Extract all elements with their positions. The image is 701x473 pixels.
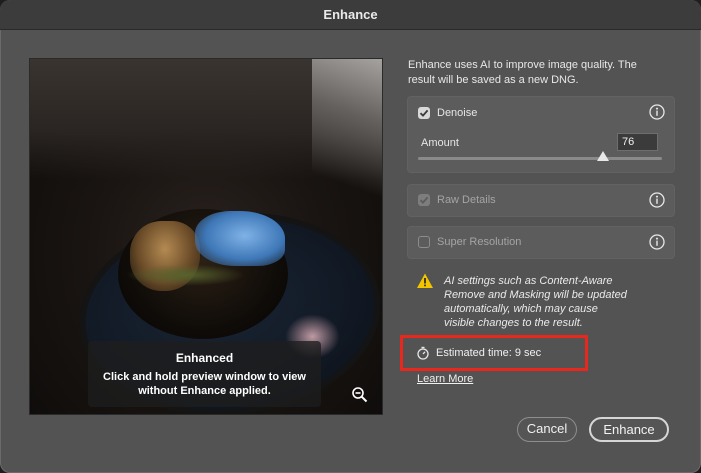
- amount-input[interactable]: 76: [617, 133, 658, 151]
- preview-reflection-sky: [195, 211, 285, 266]
- stopwatch-icon: [417, 346, 429, 360]
- dialog-title: Enhance: [0, 0, 701, 30]
- zoom-out-icon[interactable]: [351, 386, 369, 404]
- preview-fur-right: [312, 59, 382, 219]
- amount-slider-track[interactable]: [418, 157, 662, 160]
- estimated-time: Estimated time: 9 sec: [436, 347, 542, 359]
- denoise-label: Denoise: [437, 107, 478, 119]
- intro-text: Enhance uses AI to improve image quality…: [408, 58, 678, 88]
- warning-line-2: Remove and Masking will be updated: [444, 289, 627, 301]
- raw-details-label: Raw Details: [437, 194, 496, 206]
- denoise-group: Denoise Amount 76: [407, 96, 675, 173]
- overlay-description: Click and hold preview window to view wi…: [88, 370, 321, 398]
- warning-line-4: visible changes to the result.: [444, 317, 583, 329]
- overlay-line-2: without Enhance applied.: [138, 385, 271, 397]
- preview-overlay: Enhanced Click and hold preview window t…: [88, 341, 321, 407]
- learn-more-link[interactable]: Learn More: [417, 373, 473, 385]
- preview-window[interactable]: Enhanced Click and hold preview window t…: [29, 58, 383, 415]
- amount-slider-thumb[interactable]: [597, 151, 610, 161]
- preview-reflection-green: [125, 264, 245, 286]
- super-resolution-checkbox[interactable]: [418, 236, 430, 248]
- warning-line-1: AI settings such as Content-Aware: [444, 275, 613, 287]
- super-resolution-group: Super Resolution: [407, 226, 675, 259]
- enhance-button[interactable]: Enhance: [589, 417, 669, 442]
- overlay-line-1: Click and hold preview window to view: [103, 371, 306, 383]
- warning-icon: [417, 273, 433, 288]
- denoise-checkbox[interactable]: [418, 107, 430, 119]
- checkmark-icon: [419, 196, 429, 204]
- info-icon[interactable]: [649, 192, 665, 208]
- super-resolution-label: Super Resolution: [437, 236, 522, 248]
- cancel-button[interactable]: Cancel: [517, 417, 577, 442]
- intro-line-1: Enhance uses AI to improve image quality…: [408, 59, 637, 71]
- warning-text: AI settings such as Content-Aware Remove…: [444, 274, 659, 330]
- info-icon[interactable]: [649, 234, 665, 250]
- checkmark-icon: [419, 109, 429, 117]
- enhance-dialog: Enhance Enhanced Click and hold preview …: [0, 0, 701, 473]
- amount-label: Amount: [421, 137, 459, 149]
- warning-line-3: automatically, which may cause: [444, 303, 598, 315]
- raw-details-checkbox[interactable]: [418, 194, 430, 206]
- intro-line-2: result will be saved as a new DNG.: [408, 74, 579, 86]
- raw-details-group: Raw Details: [407, 184, 675, 217]
- info-icon[interactable]: [649, 104, 665, 120]
- overlay-title: Enhanced: [175, 351, 234, 365]
